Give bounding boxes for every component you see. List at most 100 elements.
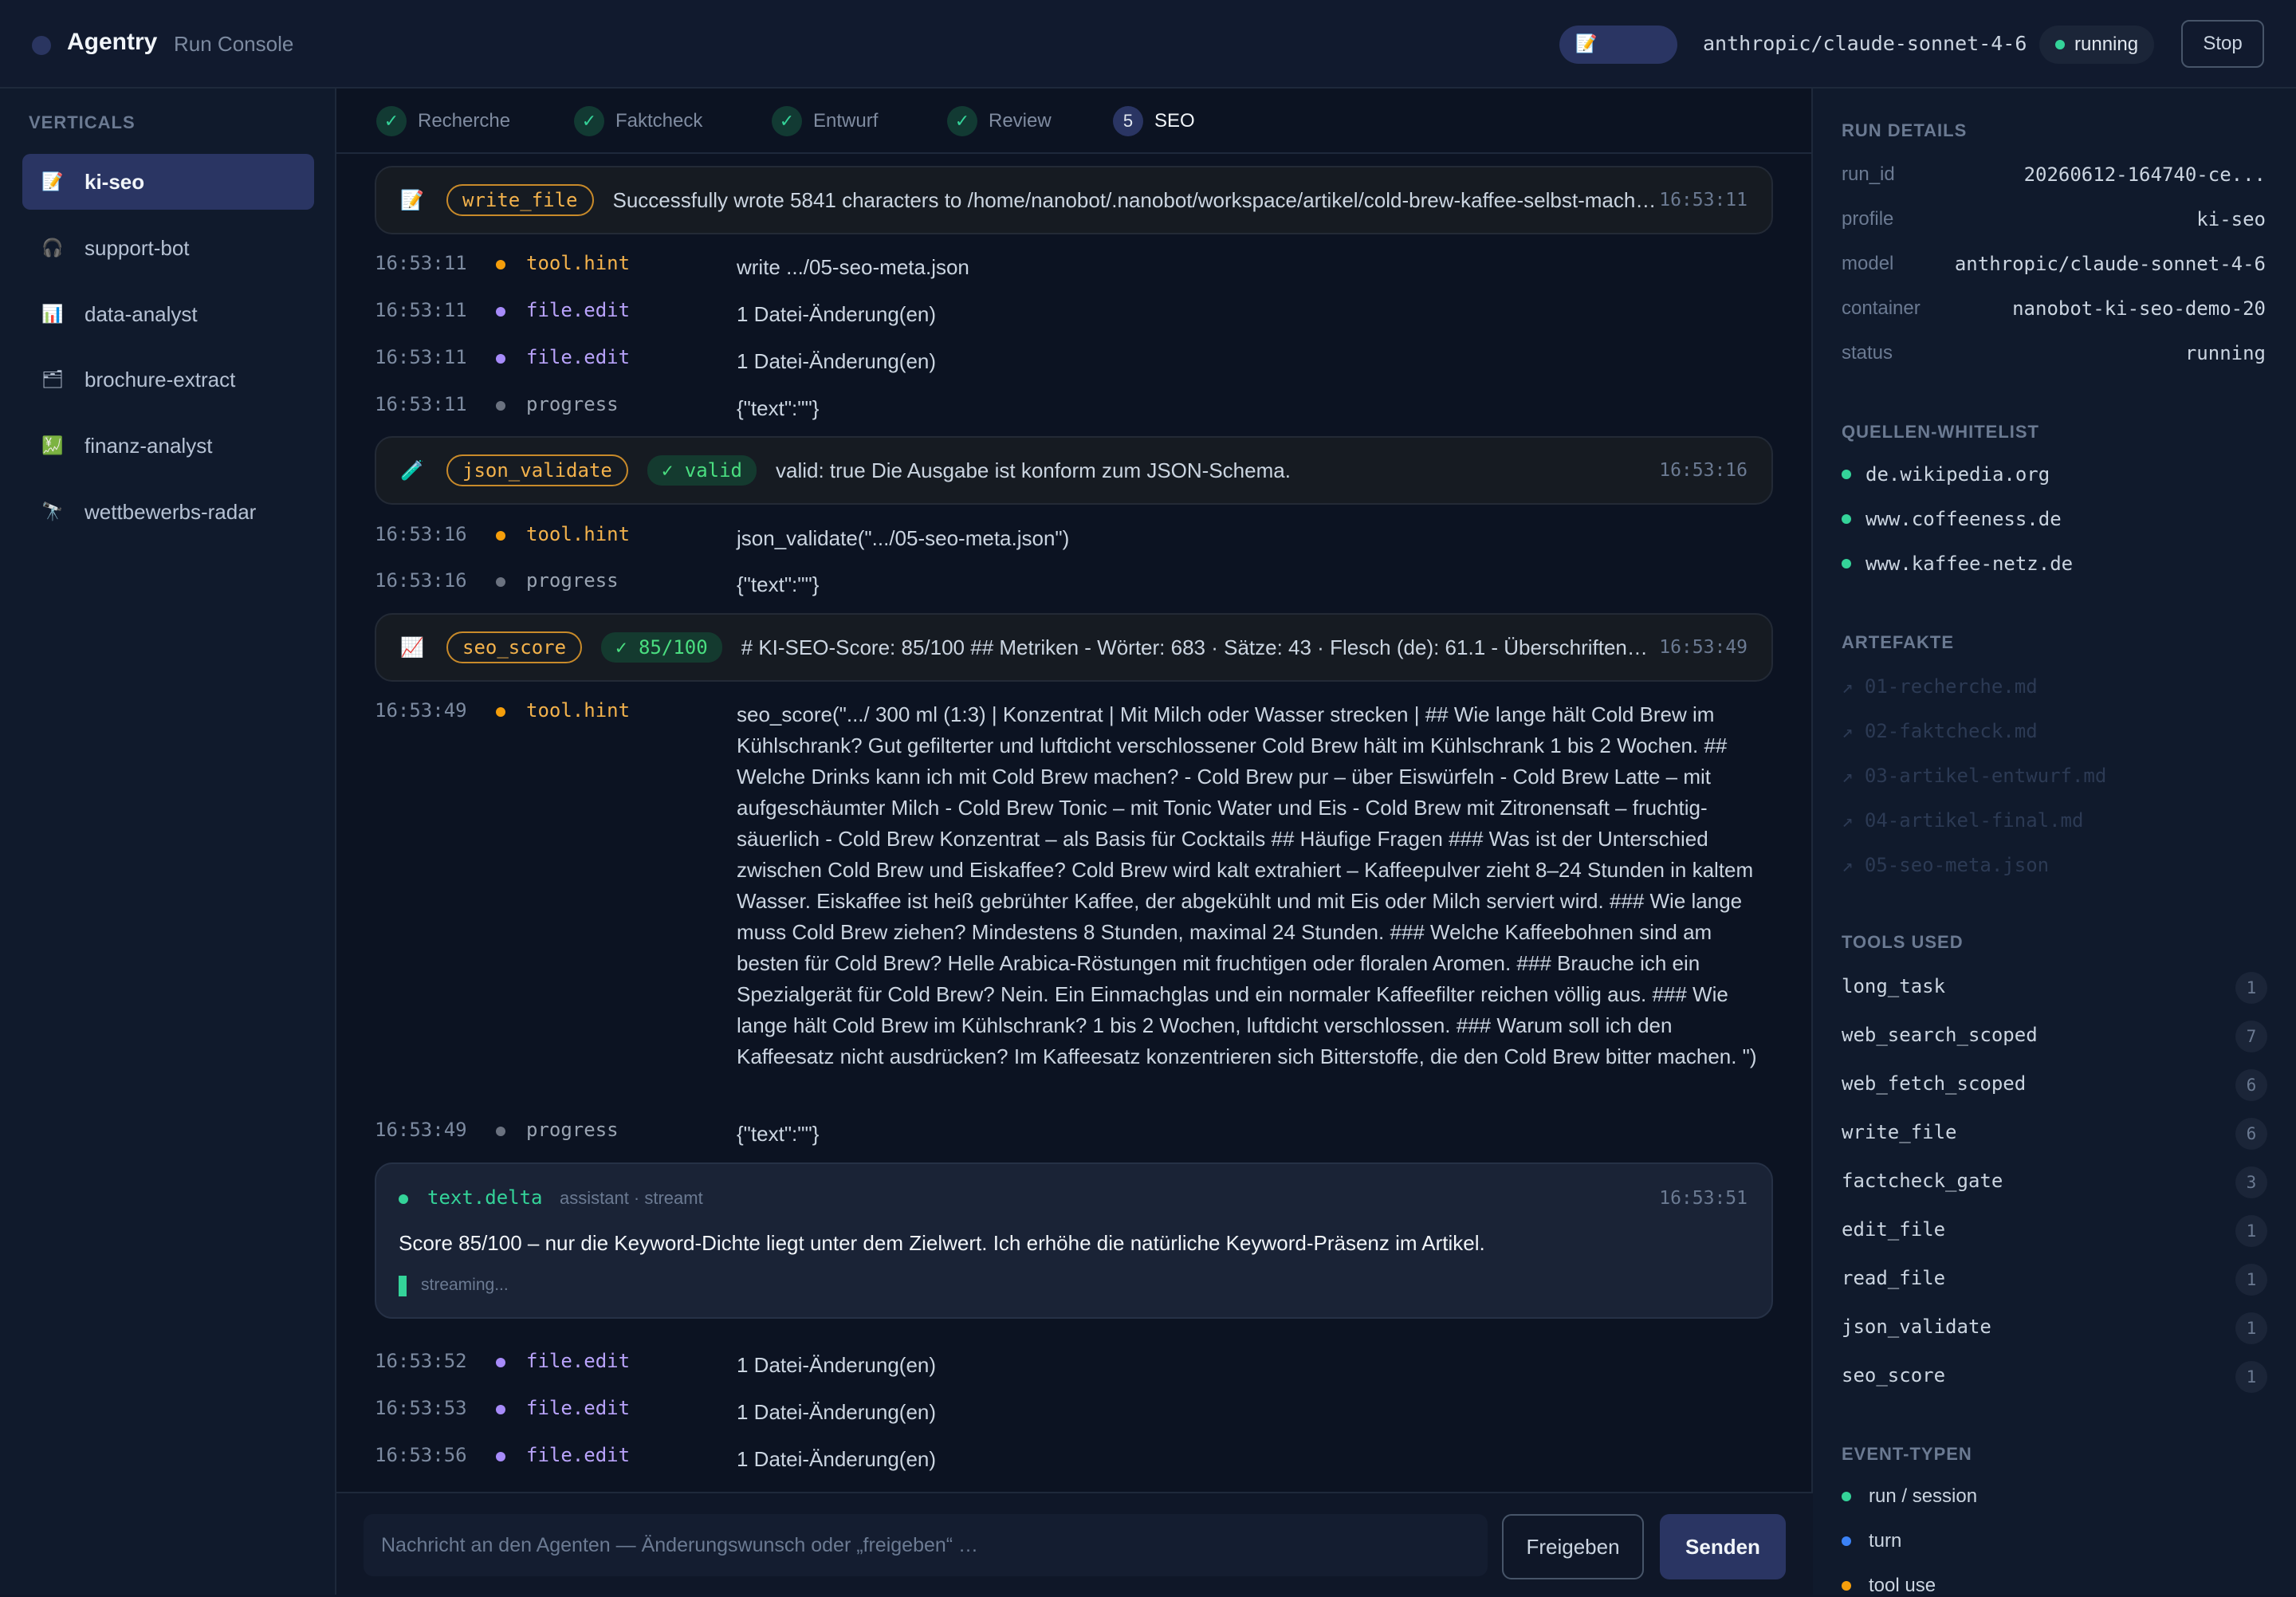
stream-source: assistant · streamt [560,1188,703,1208]
vertical-item-brochure-extract[interactable]: 🗂 brochure-extract [22,352,314,407]
vertical-item-ki-seo[interactable]: 📝 ki-seo [22,154,314,210]
release-button[interactable]: Freigeben [1502,1514,1644,1579]
artifact-link[interactable]: ↗ 04-artikel-final.md [1842,809,2083,832]
chart-up-icon: 💹 [41,435,64,455]
artifact-link[interactable]: ↗ 03-artikel-entwurf.md [1842,765,2106,787]
send-button[interactable]: Senden [1660,1514,1786,1579]
tool-count: 1 [2235,1264,2267,1296]
memo-icon: 📝 [1575,33,1598,53]
bar-chart-icon: 📊 [41,304,64,324]
vertical-label: support-bot [85,235,190,260]
folder-icon: 🗂 [41,369,64,389]
vertical-item-support-bot[interactable]: 🎧 support-bot [22,220,314,276]
artifact-link[interactable]: ↗ 02-faktcheck.md [1842,720,2038,742]
artifact-link[interactable]: ↗ 05-seo-meta.json [1842,854,2049,876]
event-value: {"text":""} [737,396,820,420]
step-seo[interactable]: 5 SEO [1113,106,1195,136]
stop-button[interactable]: Stop [2181,20,2264,68]
check-icon: ✓ [376,106,407,136]
event-dot-icon [496,1358,505,1367]
vertical-label: brochure-extract [85,367,236,391]
headphones-icon: 🎧 [41,238,64,258]
vertical-item-finanz-analyst[interactable]: 💹 finanz-analyst [22,418,314,474]
timestamp: 16:53:11 [375,299,467,321]
step-faktcheck[interactable]: ✓ Faktcheck [574,106,702,136]
cursor-icon [399,1276,407,1296]
status-text: running [2074,33,2139,55]
timestamp: 16:53:49 [375,699,467,722]
event-kind: file.edit [526,299,631,321]
memo-icon: 📝 [41,171,64,191]
event-dot-icon [496,1452,505,1461]
test-tube-icon: 🧪 [400,459,424,482]
event-value: 1 Datei-Änderung(en) [737,1400,937,1424]
tool-result-text: valid: true Die Ausgabe ist konform zum … [776,458,1291,482]
event-value: seo_score(".../ 300 ml (1:3) | Konzentra… [737,702,1757,1068]
timestamp: 16:53:56 [375,1444,467,1466]
vertical-label: wettbewerbs-radar [85,499,257,524]
timestamp: 16:53:53 [375,1397,467,1419]
vertical-label: data-analyst [85,301,198,326]
detail-profile: profile ki-seo [1842,208,2266,230]
pipeline-steps: ✓ Recherche ✓ Faktcheck ✓ Entwurf ✓ Revi… [336,89,1813,154]
event-value: {"text":""} [737,572,820,596]
app-header: Agentry Run Console 📝 anthropic/claude-s… [0,0,2296,89]
event-value: json_validate(".../05-seo-meta.json") [737,526,1070,550]
logo-icon [32,36,51,55]
whitelist-heading: QUELLEN-WHITELIST [1842,422,2039,442]
step-label: Recherche [418,110,511,132]
tool-count: 1 [2235,972,2267,1004]
tool-name: web_search_scoped [1842,1024,2038,1046]
event-dot-icon [496,260,505,269]
event-type-label: tool use [1869,1575,1936,1596]
run-details-panel: RUN DETAILS run_id 20260612-164740-ce...… [1813,89,2296,1596]
profile-pill[interactable]: 📝 [1559,26,1677,64]
check-icon: ✓ [772,106,802,136]
event-kind: progress [526,393,619,415]
step-label: Entwurf [813,110,879,132]
event-kind: file.edit [526,1397,631,1419]
event-value: 1 Datei-Änderung(en) [737,349,937,373]
vertical-item-data-analyst[interactable]: 📊 data-analyst [22,286,314,342]
message-input[interactable] [364,1514,1488,1576]
verticals-heading: VERTICALS [29,112,136,132]
event-kind: tool.hint [526,699,631,722]
whitelist-domain: www.coffeeness.de [1866,508,2062,530]
tool-name: long_task [1842,975,1946,997]
brand-subtitle: Run Console [174,32,294,56]
step-review[interactable]: ✓ Review [947,106,1052,136]
artifact-link[interactable]: ↗ 01-recherche.md [1842,675,2038,698]
whitelist-domain: www.kaffee-netz.de [1866,553,2074,575]
tool-count: 3 [2235,1166,2267,1198]
detail-run-id: run_id 20260612-164740-ce... [1842,163,2266,186]
step-label: Faktcheck [615,110,703,132]
timestamp: 16:53:16 [1659,460,1748,481]
tool-count: 6 [2235,1069,2267,1101]
event-value: 1 Datei-Änderung(en) [737,1447,937,1471]
timestamp: 16:53:52 [375,1350,467,1372]
timestamp: 16:53:49 [375,1119,467,1141]
step-label: Review [989,110,1052,132]
detail-container: container nanobot-ki-seo-demo-20 [1842,297,2266,320]
tool-name: web_fetch_scoped [1842,1072,2027,1095]
whitelist-domain: de.wikipedia.org [1866,463,2050,486]
step-entwurf[interactable]: ✓ Entwurf [772,106,878,136]
detail-key: container [1842,297,1921,319]
timestamp: 16:53:11 [375,393,467,415]
whitelist-item: www.kaffee-netz.de [1842,553,2073,575]
tool-count: 6 [2235,1118,2267,1150]
model-label: anthropic/claude-sonnet-4-6 [1703,32,2027,55]
tool-result-card[interactable]: 📝 write_file Successfully wrote 5841 cha… [375,166,1773,234]
tool-count: 1 [2235,1215,2267,1247]
tool-item: web_fetch_scoped 6 [1842,1069,2267,1101]
tool-name: write_file [1842,1121,1957,1143]
tool-result-card[interactable]: 🧪 json_validate ✓ valid valid: true Die … [375,436,1773,505]
step-recherche[interactable]: ✓ Recherche [376,106,510,136]
vertical-item-wettbewerbs-radar[interactable]: 🔭 wettbewerbs-radar [22,484,314,540]
event-type-label: run / session [1869,1485,1978,1507]
tool-result-card[interactable]: 📈 seo_score ✓ 85/100 # KI-SEO-Score: 85/… [375,613,1773,682]
event-kind: tool.hint [526,252,631,274]
event-value: 1 Datei-Änderung(en) [737,302,937,326]
check-icon: ✓ [574,106,604,136]
tool-item: long_task 1 [1842,972,2267,1004]
